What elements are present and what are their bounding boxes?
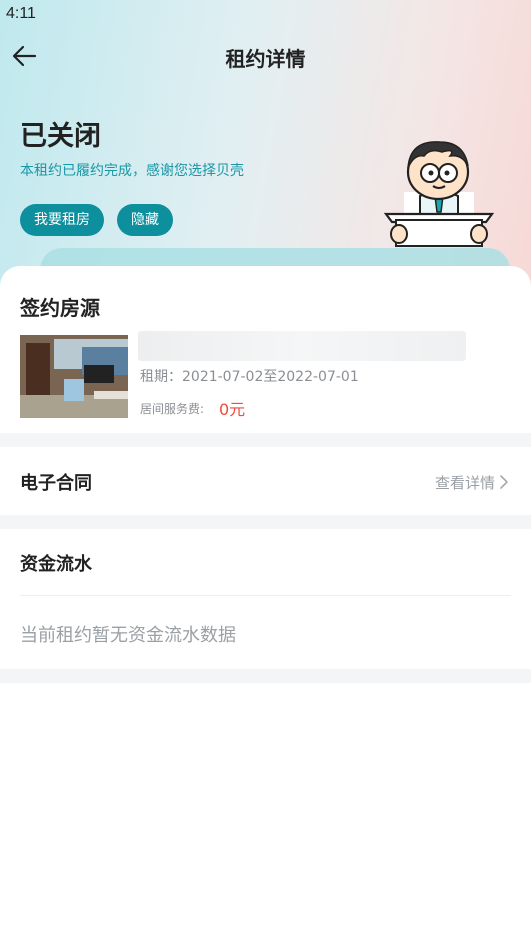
service-fee-label: 居间服务费:: [140, 402, 205, 416]
page-title: 租约详情: [225, 47, 306, 71]
lease-status-title: 已关闭: [20, 121, 101, 152]
status-bar-time: 4:11: [6, 5, 36, 22]
cashflow-empty-text: 当前租约暂无资金流水数据: [20, 625, 236, 646]
lease-status-description: 本租约已履约完成，感谢您选择贝壳: [20, 163, 244, 179]
cashflow-title: 资金流水: [20, 554, 92, 575]
rent-house-button[interactable]: 我要租房: [20, 204, 104, 236]
cashflow-divider: [20, 595, 511, 596]
section-divider: [0, 433, 531, 447]
room-photo-illustration: [20, 335, 128, 418]
property-photo[interactable]: [20, 335, 128, 418]
e-contract-title: 电子合同: [20, 473, 92, 494]
section-divider: [0, 515, 531, 529]
lease-term: 租期：2021-07-02至2022-07-01: [140, 369, 359, 385]
property-title-redacted: [138, 331, 466, 361]
chevron-right-icon: [500, 475, 508, 489]
service-fee-value: 0元: [219, 400, 246, 419]
section-divider: [0, 669, 531, 683]
view-contract-details-link[interactable]: 查看详情: [435, 472, 495, 493]
property-section-title: 签约房源: [20, 296, 100, 320]
agent-mascot-illustration: [383, 141, 495, 247]
hide-button[interactable]: 隐藏: [117, 204, 173, 236]
